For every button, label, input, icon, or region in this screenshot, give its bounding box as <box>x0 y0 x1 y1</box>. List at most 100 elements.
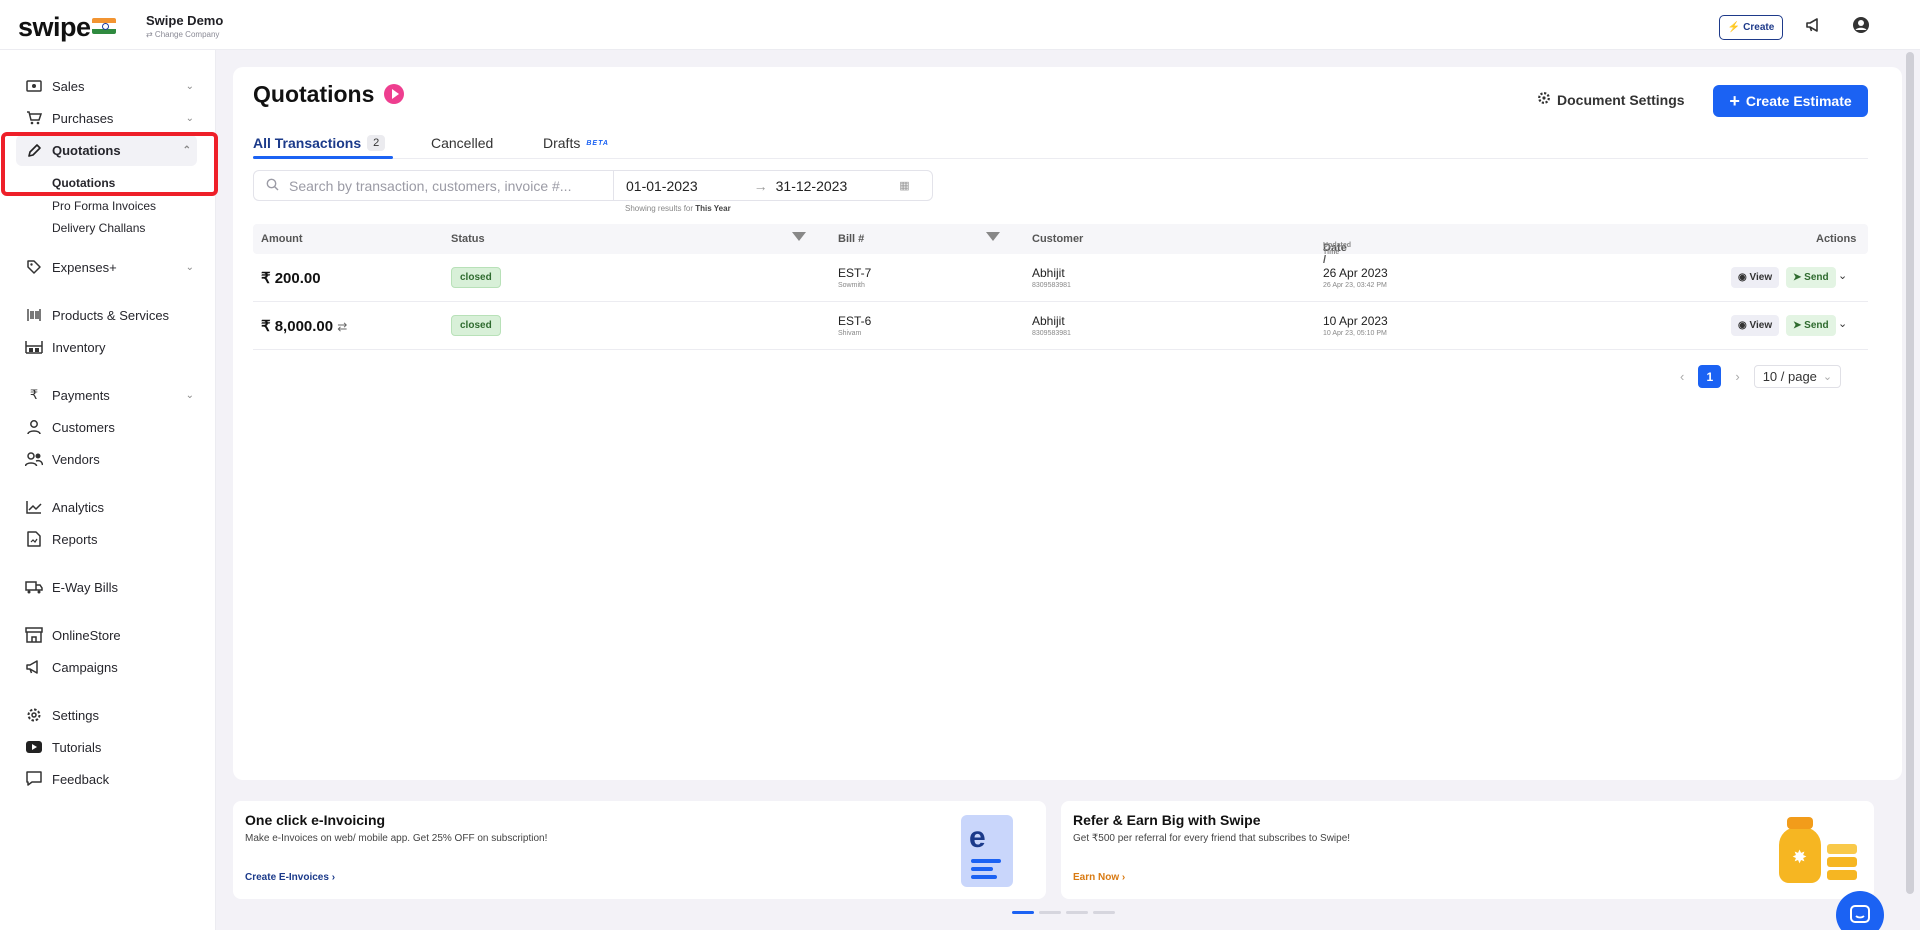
column-amount[interactable]: Amount <box>261 233 303 245</box>
chevron-down-icon: ⌄ <box>185 389 194 401</box>
showing-results-note: Showing results for This Year <box>625 204 731 213</box>
filter-icon[interactable] <box>792 232 806 241</box>
megaphone-icon[interactable] <box>1803 14 1825 36</box>
sidebar-item-expenses[interactable]: Expenses+ ⌄ <box>24 256 194 278</box>
play-tutorial-icon[interactable] <box>384 84 404 104</box>
swipe-logo[interactable]: swipe <box>18 12 91 43</box>
chat-support-icon[interactable] <box>1836 891 1884 930</box>
document-settings-label: Document Settings <box>1557 91 1685 108</box>
einvoice-illustration-icon: e <box>961 815 1013 887</box>
customer-name[interactable]: Abhijit <box>1032 266 1071 280</box>
tab-drafts[interactable]: Drafts BETA <box>543 135 609 151</box>
carousel-dots <box>1012 911 1115 914</box>
carousel-dot[interactable] <box>1039 911 1061 914</box>
sidebar-item-reports[interactable]: Reports <box>24 528 194 550</box>
subnav-pro-forma-invoices[interactable]: Pro Forma Invoices <box>52 199 156 213</box>
showing-period: This Year <box>695 204 731 213</box>
prev-page-icon[interactable]: ‹ <box>1680 369 1684 384</box>
sidebar-item-sales[interactable]: Sales ⌄ <box>24 75 194 97</box>
company-name: Swipe Demo <box>146 13 224 28</box>
table-row[interactable]: ₹ 200.00 closed EST-7 Sowmith Abhijit 83… <box>253 254 1868 302</box>
sidebar-item-customers[interactable]: Customers <box>24 416 194 438</box>
tab-all-transactions[interactable]: All Transactions 2 <box>253 135 386 151</box>
eye-icon: ◉ <box>1738 272 1747 283</box>
chevron-down-icon[interactable]: ⌄ <box>1838 317 1847 330</box>
customer-phone: 8309583981 <box>1032 330 1071 337</box>
bill-number[interactable]: EST-7 <box>838 266 871 280</box>
page-number[interactable]: 1 <box>1698 365 1722 388</box>
date-from[interactable]: 01-01-2023 <box>626 178 698 194</box>
users-icon <box>24 450 44 468</box>
tab-label: All Transactions <box>253 135 362 151</box>
sidebar-item-eway-bills[interactable]: E-Way Bills <box>24 576 194 598</box>
create-einvoices-link[interactable]: Create E-Invoices › <box>245 872 335 883</box>
search-input[interactable] <box>289 177 609 194</box>
date-range-picker[interactable]: 01-01-2023 → 31-12-2023 ▦ <box>613 170 933 201</box>
active-tab-indicator <box>253 156 393 159</box>
carousel-dot[interactable] <box>1012 911 1034 914</box>
chevron-down-icon: ⌄ <box>1822 371 1833 383</box>
amount-value: ₹ 200.00 <box>261 270 321 287</box>
filter-icon[interactable] <box>986 232 1000 241</box>
create-estimate-button[interactable]: + Create Estimate <box>1713 85 1868 117</box>
change-company-link[interactable]: ⇄ Change Company <box>146 30 223 39</box>
date-to[interactable]: 31-12-2023 <box>776 178 848 194</box>
sidebar-item-purchases[interactable]: Purchases ⌄ <box>24 107 194 129</box>
company-switcher[interactable]: Swipe Demo ⇄ Change Company <box>146 13 223 39</box>
carousel-dot[interactable] <box>1093 911 1115 914</box>
tag-icon <box>24 258 44 276</box>
chevron-down-icon: ⌄ <box>185 112 194 124</box>
page-size-select[interactable]: 10 / page ⌄ <box>1753 365 1842 388</box>
carousel-dot[interactable] <box>1066 911 1088 914</box>
top-create-button[interactable]: ⚡ Create <box>1719 15 1783 40</box>
lightning-icon: ⚡ <box>1727 22 1741 33</box>
subnav-delivery-challans[interactable]: Delivery Challans <box>52 221 145 235</box>
sidebar-item-campaigns[interactable]: Campaigns <box>24 656 194 678</box>
sidebar-item-tutorials[interactable]: Tutorials <box>24 736 194 758</box>
bill-cell: EST-7 Sowmith <box>838 266 871 289</box>
scrollbar[interactable] <box>1906 52 1914 894</box>
megaphone-icon <box>24 658 44 676</box>
sidebar-item-label: E-Way Bills <box>52 579 118 595</box>
table-row[interactable]: ₹ 8,000.00 ⇄ closed EST-6 Shivam Abhijit… <box>253 302 1868 350</box>
next-page-icon[interactable]: › <box>1735 369 1739 384</box>
earn-now-link[interactable]: Earn Now › <box>1073 872 1125 883</box>
topbar: swipe Swipe Demo ⇄ Change Company ⚡ Crea… <box>0 0 1920 50</box>
sidebar-item-label: Analytics <box>52 499 105 515</box>
tabs-bar: All Transactions 2 Cancelled Drafts BETA <box>253 127 1868 159</box>
view-button[interactable]: ◉ View <box>1731 267 1780 288</box>
tab-label: Drafts <box>543 135 581 151</box>
customer-name[interactable]: Abhijit <box>1032 314 1071 328</box>
sidebar-item-inventory[interactable]: Inventory <box>24 336 194 358</box>
send-button[interactable]: ➤ Send <box>1786 315 1836 336</box>
money-bag-illustration-icon: ✸ <box>1775 813 1865 891</box>
document-settings-button[interactable]: Document Settings <box>1537 91 1685 108</box>
bill-number[interactable]: EST-6 <box>838 314 871 328</box>
promo-card-refer-earn: Refer & Earn Big with Swipe Get ₹500 per… <box>1061 801 1874 899</box>
create-label: Create <box>1743 22 1775 33</box>
chevron-down-icon[interactable]: ⌄ <box>1838 269 1847 282</box>
sidebar-item-analytics[interactable]: Analytics <box>24 496 194 518</box>
sidebar-item-label: Reports <box>52 531 98 547</box>
sidebar-item-label: Tutorials <box>52 739 102 755</box>
column-bill: Bill # <box>838 233 865 245</box>
sidebar-item-feedback[interactable]: Feedback <box>24 768 194 790</box>
view-button[interactable]: ◉ View <box>1731 315 1780 336</box>
tab-cancelled[interactable]: Cancelled <box>431 135 493 151</box>
sidebar-item-onlinestore[interactable]: OnlineStore <box>24 624 194 646</box>
promo-card-einvoicing: One click e-Invoicing Make e-Invoices on… <box>233 801 1046 899</box>
send-button[interactable]: ➤ Send <box>1786 267 1836 288</box>
recurring-icon: ⇄ <box>337 320 348 334</box>
sidebar-item-vendors[interactable]: Vendors <box>24 448 194 470</box>
account-icon[interactable] <box>1850 14 1872 36</box>
chevron-down-icon: ⌄ <box>185 80 194 92</box>
sidebar-item-payments[interactable]: ₹ Payments ⌄ <box>24 384 194 406</box>
calendar-icon[interactable]: ▦ <box>899 179 909 192</box>
quotations-table: Amount Status Bill # Customer Date / Upd… <box>253 224 1868 350</box>
sidebar-item-settings[interactable]: Settings <box>24 704 194 726</box>
sidebar-item-products-services[interactable]: Products & Services <box>24 304 194 326</box>
rupee-icon: ₹ <box>29 387 39 402</box>
search-box[interactable] <box>253 170 613 201</box>
cash-icon <box>24 77 44 95</box>
view-label: View <box>1749 272 1773 283</box>
